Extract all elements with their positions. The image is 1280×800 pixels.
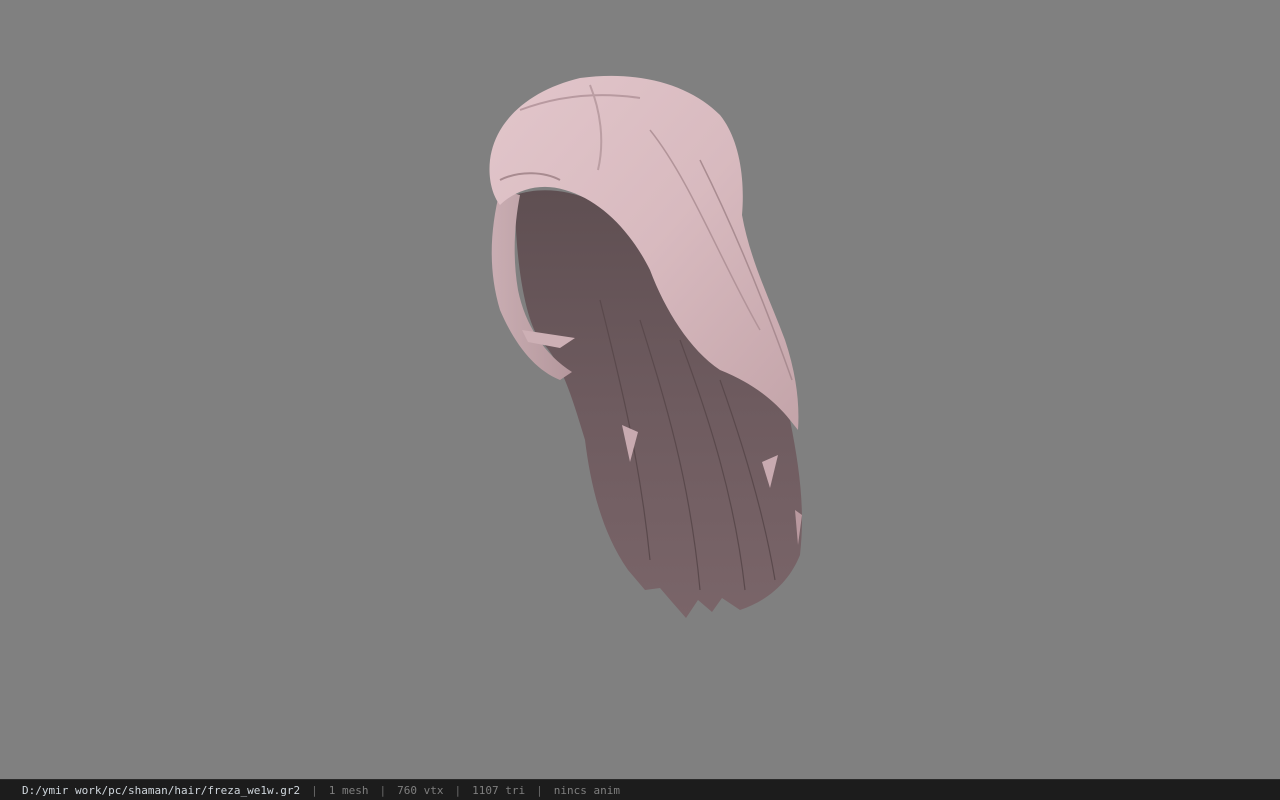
animation-status: nincs anim [553, 783, 620, 797]
file-path: D:/ymir work/pc/shaman/hair/freza_we1w.g… [22, 783, 301, 797]
triangle-count: 1107 tri [472, 783, 526, 797]
separator: | [379, 783, 387, 797]
vertex-count: 760 vtx [397, 783, 444, 797]
separator: | [454, 783, 462, 797]
separator: | [311, 783, 318, 797]
separator: | [536, 783, 543, 797]
status-bar: D:/ymir work/pc/shaman/hair/freza_we1w.g… [0, 779, 1280, 800]
hair-model[interactable] [0, 0, 1280, 779]
3d-viewport[interactable] [0, 0, 1280, 779]
mesh-count: 1 mesh [328, 783, 369, 797]
